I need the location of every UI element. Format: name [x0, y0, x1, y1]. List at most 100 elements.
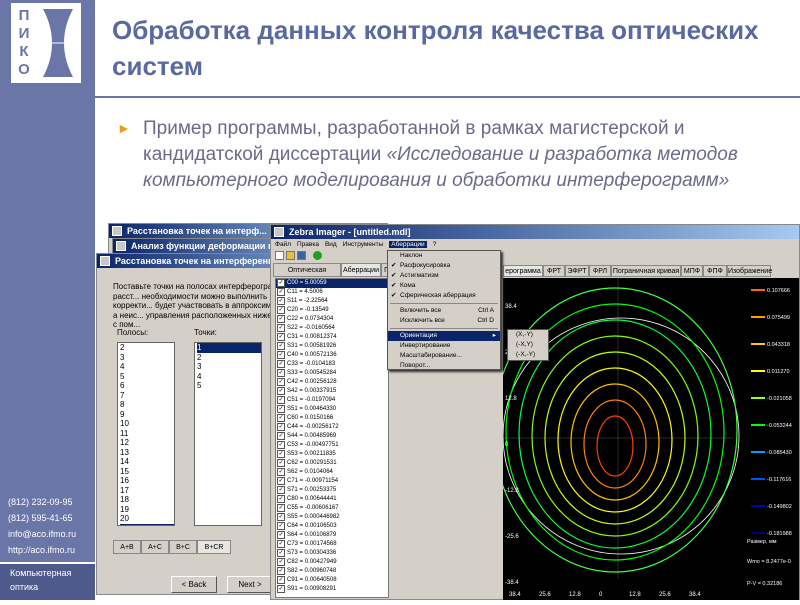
window-titlebar[interactable]: Zebra Imager - [untitled.mdl] [271, 225, 799, 239]
points-list[interactable]: 12345 [194, 342, 262, 526]
coefficient-row[interactable]: ✓ C55 = -0.00606167 [276, 504, 388, 513]
coefficient-row[interactable]: ✓ S53 = 0.00211835 [276, 450, 388, 459]
coefficient-row[interactable]: ✓ S82 = 0.00960748 [276, 567, 388, 576]
view-tab[interactable]: ФРТ [543, 265, 565, 277]
submenu-item[interactable]: (-X,-Y) [508, 350, 548, 360]
menu-item[interactable]: Включить все Ctrl A [388, 306, 500, 316]
bands-list[interactable]: 23456789101112131415161718192021 [117, 342, 175, 526]
coefficients-list[interactable]: ✓ C00 = 5.00059 ✓ C11 = 4.5006 ✓ S11 = -2.225… [275, 278, 389, 598]
checkbox[interactable]: ✓ [277, 513, 285, 521]
coefficient-row[interactable]: ✓ S22 = -0.0160564 [276, 324, 388, 333]
checkbox[interactable]: ✓ [277, 297, 285, 305]
coefficient-row[interactable]: ✓ C62 = 0.00291531 [276, 459, 388, 468]
coefficient-row[interactable]: ✓ C42 = 0.00256128 [276, 378, 388, 387]
checkbox[interactable]: ✓ [277, 360, 285, 368]
checkbox[interactable]: ✓ [277, 342, 285, 350]
coefficient-row[interactable]: ✓ C33 = -0.0104183 [276, 360, 388, 369]
list-item[interactable]: 17 [120, 486, 174, 496]
checkbox[interactable]: ✓ [277, 324, 285, 332]
coefficient-row[interactable]: ✓ C31 = 0.00812374 [276, 333, 388, 342]
checkbox[interactable]: ✓ [277, 351, 285, 359]
checkbox[interactable]: ✓ [277, 522, 285, 530]
list-item[interactable]: 1 [197, 343, 261, 353]
checkbox[interactable]: ✓ [277, 450, 285, 458]
checkbox[interactable]: ✓ [277, 288, 285, 296]
menu-item[interactable]: Исключить все Ctrl D [388, 316, 500, 326]
checkbox[interactable]: ✓ [277, 459, 285, 467]
menu-item[interactable]: Масштабирование... [388, 351, 500, 361]
list-item[interactable]: 4 [197, 372, 261, 382]
checkbox[interactable]: ✓ [277, 549, 285, 557]
checkbox[interactable]: ✓ [277, 414, 285, 422]
coefficient-row[interactable]: ✓ C64 = 0.00106503 [276, 522, 388, 531]
tab-ac[interactable]: A+C [141, 540, 169, 554]
checkbox[interactable]: ✓ [277, 540, 285, 548]
checkbox[interactable]: ✓ [277, 378, 285, 386]
submenu-item[interactable]: (X,-Y) [508, 330, 548, 340]
menu-item[interactable]: Ориентация ▸ [388, 331, 500, 341]
view-tab[interactable]: ФПФ [703, 265, 727, 277]
list-item[interactable]: 3 [120, 353, 174, 363]
checkbox[interactable]: ✓ [277, 432, 285, 440]
coefficient-row[interactable]: ✓ C91 = 0.00640508 [276, 576, 388, 585]
menu-aberrations[interactable]: Аберрации [389, 241, 427, 248]
checkbox[interactable]: ✓ [277, 369, 285, 377]
open-icon[interactable] [286, 251, 295, 260]
menu-item[interactable]: Наклон [388, 251, 500, 261]
coefficient-row[interactable]: ✓ S73 = 0.00304336 [276, 549, 388, 558]
menu-item[interactable]: Поворот... [388, 361, 500, 371]
run-icon[interactable] [313, 251, 322, 260]
coefficient-row[interactable]: ✓ C44 = -0.00256172 [276, 423, 388, 432]
coefficient-row[interactable]: ✓ C11 = 4.5006 [276, 288, 388, 297]
coefficient-row[interactable]: ✓ S91 = 0.00908291 [276, 585, 388, 594]
save-icon[interactable] [297, 251, 306, 260]
menu-edit[interactable]: Правка [297, 241, 319, 248]
checkbox[interactable]: ✓ [277, 576, 285, 584]
list-item[interactable]: 15 [120, 467, 174, 477]
menu-view[interactable]: Вид [325, 241, 337, 248]
coefficient-row[interactable]: ✓ C71 = -0.00971154 [276, 477, 388, 486]
view-tab[interactable]: ФРЛ [589, 265, 611, 277]
checkbox[interactable]: ✓ [277, 567, 285, 575]
list-item[interactable]: 8 [120, 400, 174, 410]
checkbox[interactable]: ✓ [277, 468, 285, 476]
view-tab[interactable]: Изображение [727, 265, 772, 277]
coefficient-row[interactable]: ✓ C60 = 0.0150166 [276, 414, 388, 423]
checkbox[interactable]: ✓ [277, 405, 285, 413]
checkbox[interactable]: ✓ [277, 441, 285, 449]
coefficient-row[interactable]: ✓ C80 = 0.00644441 [276, 495, 388, 504]
view-tab[interactable]: ерограмма [503, 265, 543, 277]
list-item[interactable]: 14 [120, 457, 174, 467]
new-icon[interactable] [275, 251, 284, 260]
list-item[interactable]: 12 [120, 438, 174, 448]
checkbox[interactable]: ✓ [277, 306, 285, 314]
coefficient-row[interactable]: ✓ S11 = -2.22564 [276, 297, 388, 306]
menu-item[interactable]: ✔ Расфокусировка [388, 261, 500, 271]
checkbox[interactable]: ✓ [277, 396, 285, 404]
list-item[interactable]: 11 [120, 429, 174, 439]
checkbox[interactable]: ✓ [277, 315, 285, 323]
coefficient-row[interactable]: ✓ C73 = 0.00174568 [276, 540, 388, 549]
tab-aberrations[interactable]: Аберрации [341, 263, 381, 277]
coefficient-row[interactable]: ✓ C51 = -0.0197094 [276, 396, 388, 405]
list-item[interactable]: 3 [197, 362, 261, 372]
menu-help[interactable]: ? [433, 241, 437, 248]
coefficient-row[interactable]: ✓ S51 = 0.00464330 [276, 405, 388, 414]
list-item[interactable]: 21 [120, 523, 174, 525]
coefficient-row[interactable]: ✓ C22 = 0.0734304 [276, 315, 388, 324]
interferogram-view[interactable]: 38.4 25.6 12.8 0 -12.8 -25.6 -38.4 38.4 25.6 12.8… [492, 278, 799, 600]
back-button[interactable]: < Back [171, 576, 217, 593]
submenu-item[interactable]: (-X,Y) [508, 340, 548, 350]
list-item[interactable]: 5 [120, 372, 174, 382]
tab-bc[interactable]: B+C [169, 540, 197, 554]
checkbox[interactable]: ✓ [277, 423, 285, 431]
checkbox[interactable]: ✓ [277, 531, 285, 539]
view-tab[interactable]: Пограничная кривая [611, 265, 681, 277]
coefficient-row[interactable]: ✓ C00 = 5.00059 [276, 279, 388, 288]
list-item[interactable]: 2 [120, 343, 174, 353]
list-item[interactable]: 6 [120, 381, 174, 391]
tab-optical-system[interactable]: Оптическая система [273, 263, 341, 288]
next-button[interactable]: Next > [227, 576, 273, 593]
coefficient-row[interactable]: ✓ S64 = 0.00106879 [276, 531, 388, 540]
list-item[interactable]: 9 [120, 410, 174, 420]
